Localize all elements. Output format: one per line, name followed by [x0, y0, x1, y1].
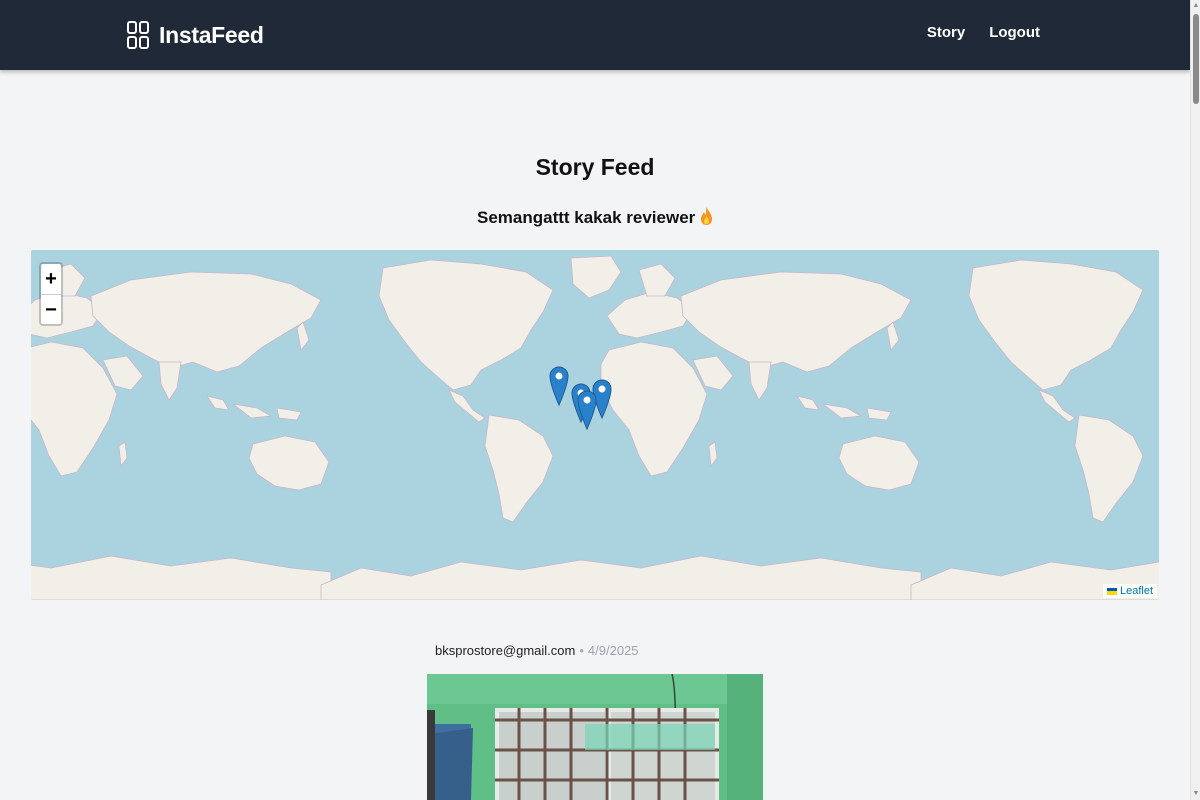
nav-logout-link[interactable]: Logout	[989, 24, 1040, 41]
post-meta: bksprostore@gmail.com • 4/9/2025	[435, 643, 639, 658]
post-date: 4/9/2025	[587, 643, 639, 658]
map-marker-icon[interactable]	[549, 365, 569, 407]
room-photo	[427, 674, 763, 800]
post-separator: •	[579, 643, 584, 658]
page-subtitle: Semangattt kakak reviewer	[0, 206, 1190, 228]
story-map[interactable]: + − Leaflet	[31, 250, 1159, 600]
nav-links: Story Logout	[927, 24, 1040, 41]
map-attribution: Leaflet	[1102, 584, 1157, 598]
zoom-in-button[interactable]: +	[41, 264, 61, 294]
scrollbar[interactable]: ▲ ▼	[1190, 0, 1200, 800]
post-photo[interactable]	[427, 674, 763, 800]
brand-name: InstaFeed	[159, 21, 264, 48]
fire-emoji-icon	[701, 207, 713, 225]
navbar: InstaFeed Story Logout	[0, 0, 1190, 70]
post-author: bksprostore@gmail.com	[435, 643, 576, 658]
map-marker-icon[interactable]	[577, 389, 597, 431]
subtitle-text: Semangattt kakak reviewer	[476, 208, 696, 227]
scroll-thumb[interactable]	[1193, 14, 1199, 104]
nav-story-link[interactable]: Story	[927, 24, 965, 41]
zoom-control: + −	[39, 262, 63, 326]
ukraine-flag-icon	[1106, 587, 1117, 595]
scroll-up-arrow-icon[interactable]: ▲	[1192, 2, 1200, 10]
zoom-out-button[interactable]: −	[41, 294, 61, 324]
brand[interactable]: InstaFeed	[127, 18, 264, 52]
page-title: Story Feed	[535, 154, 655, 180]
scroll-down-arrow-icon[interactable]: ▼	[1192, 790, 1200, 798]
leaflet-link[interactable]: Leaflet	[1120, 585, 1153, 597]
grid-icon	[127, 21, 149, 49]
